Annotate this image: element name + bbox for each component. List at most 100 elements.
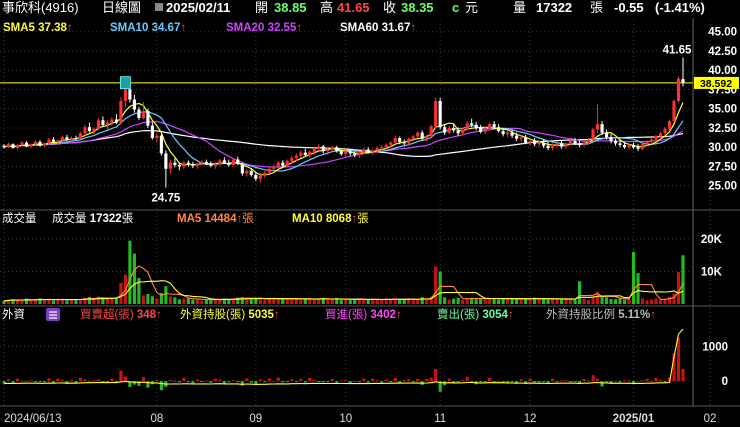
- foreign-net-bar: [272, 380, 276, 382]
- candle-body: [402, 141, 406, 144]
- candle-body: [640, 144, 645, 149]
- foreign-net-bar: [425, 378, 429, 382]
- volume-bar: [609, 298, 613, 304]
- foreign-net-bar: [560, 380, 564, 382]
- candle-body: [555, 143, 559, 145]
- close-value: 38.35: [401, 0, 434, 15]
- header-date: 2025/02/11: [166, 0, 230, 15]
- volume-legend-total: 成交量 17322張: [52, 211, 134, 225]
- price-axis: 25.0027.5030.0032.5035.0037.5040.0042.50…: [708, 27, 737, 193]
- volume-panel-title: 成交量: [2, 211, 37, 225]
- sma5-legend: SMA5 37.38↑: [3, 22, 73, 34]
- candle-body: [398, 137, 402, 142]
- candle-body: [443, 127, 447, 133]
- candle-body: [411, 136, 415, 139]
- candle-body: [519, 137, 523, 139]
- volume-bar: [479, 298, 483, 304]
- candle-body: [533, 141, 537, 145]
- x-tick-label: 11: [434, 413, 446, 425]
- candle-body: [465, 123, 469, 130]
- foreign-net-bar: [177, 381, 181, 383]
- volume-bar: [114, 298, 118, 304]
- foreign-net-legend: 買賣超(張) 348↑: [80, 307, 162, 321]
- price-tick-label: 30.00: [708, 142, 737, 154]
- candle-body: [537, 142, 541, 145]
- candle-body: [105, 122, 109, 125]
- calendar-icon[interactable]: [155, 3, 163, 11]
- foreign-net-bar: [15, 378, 20, 382]
- candle-body: [676, 78, 681, 102]
- foreign-net-bar: [6, 379, 11, 382]
- x-tick-label: 2025/01: [613, 413, 655, 425]
- candle-body: [263, 172, 267, 176]
- foreign-net-bar: [231, 380, 235, 382]
- candle-body: [128, 89, 132, 100]
- candle-body: [11, 144, 15, 149]
- current-price-line: 38.592: [0, 76, 739, 90]
- foreign-net-bar: [407, 379, 411, 382]
- volume-bar: [200, 300, 204, 304]
- foreign-net-bar: [74, 381, 78, 383]
- x-tick-label: 2024/06/13: [4, 413, 62, 425]
- volume-bar: [380, 299, 384, 304]
- candle-body: [294, 155, 298, 159]
- volume-bar: [317, 299, 321, 304]
- foreign-holding-legend: 外資持股(張) 5035↑: [180, 307, 280, 321]
- volume-bar: [402, 299, 406, 304]
- foreign-net-bar: [456, 381, 460, 383]
- volume-bar: [622, 299, 627, 304]
- volume-bar: [649, 299, 654, 304]
- foreign-net-bar: [645, 378, 649, 382]
- candle-body: [119, 101, 123, 123]
- candle-body: [101, 120, 105, 125]
- candle-body: [24, 142, 29, 147]
- foreign-net-bar: [308, 378, 312, 382]
- candle-body: [65, 137, 69, 140]
- foreign-net-bar: [191, 381, 195, 384]
- sma10-line: [3, 111, 684, 172]
- volume-bar: [330, 299, 334, 304]
- candle-body: [353, 153, 357, 155]
- candle-body: [78, 133, 83, 139]
- foreign-net-bar: [640, 380, 645, 382]
- close-label: 收: [383, 0, 396, 15]
- foreign-net-bar: [56, 378, 60, 382]
- volume-bar: [411, 300, 415, 304]
- candle-body: [609, 137, 613, 142]
- candle-body: [335, 147, 339, 152]
- foreign-net-bar: [533, 381, 537, 383]
- candle-body: [308, 151, 312, 155]
- candle-body: [452, 127, 456, 131]
- candle-body: [672, 101, 676, 122]
- foreign-net-bar: [569, 381, 573, 383]
- candle-body: [281, 162, 285, 166]
- volume-bar: [128, 240, 132, 304]
- foreign-net-bar: [303, 381, 307, 383]
- annotations: 41.65 24.75: [120, 45, 692, 205]
- foreign-net-bar: [551, 378, 555, 382]
- volume-bars: [2, 240, 685, 304]
- volume-bar: [195, 298, 199, 304]
- candle-body: [155, 135, 159, 138]
- foreign-net-bar: [92, 380, 96, 382]
- candle-body: [631, 144, 636, 148]
- foreign-net-bar: [542, 381, 546, 383]
- foreign-net-bar: [371, 378, 375, 382]
- foreign-net-bar: [29, 380, 33, 382]
- volume-bar: [326, 299, 330, 304]
- candle-body: [312, 148, 316, 152]
- current-price-tag-label: 38.592: [700, 78, 732, 90]
- foreign-net-bar: [69, 379, 74, 382]
- candle-body: [528, 141, 532, 143]
- foreign-net-bar: [501, 381, 505, 383]
- open-label: 開: [255, 0, 268, 15]
- foreign-net-bar: [47, 378, 51, 382]
- volume-bar: [555, 298, 559, 304]
- foreign-net-bar: [366, 381, 370, 383]
- foreign-net-bar: [321, 381, 325, 383]
- foreign-net-bar: [434, 368, 438, 382]
- foreign-net-bar: [595, 378, 600, 382]
- volume-bar: [164, 286, 168, 304]
- foreign-net-bar: [83, 379, 87, 382]
- foreign-net-bar: [276, 377, 280, 382]
